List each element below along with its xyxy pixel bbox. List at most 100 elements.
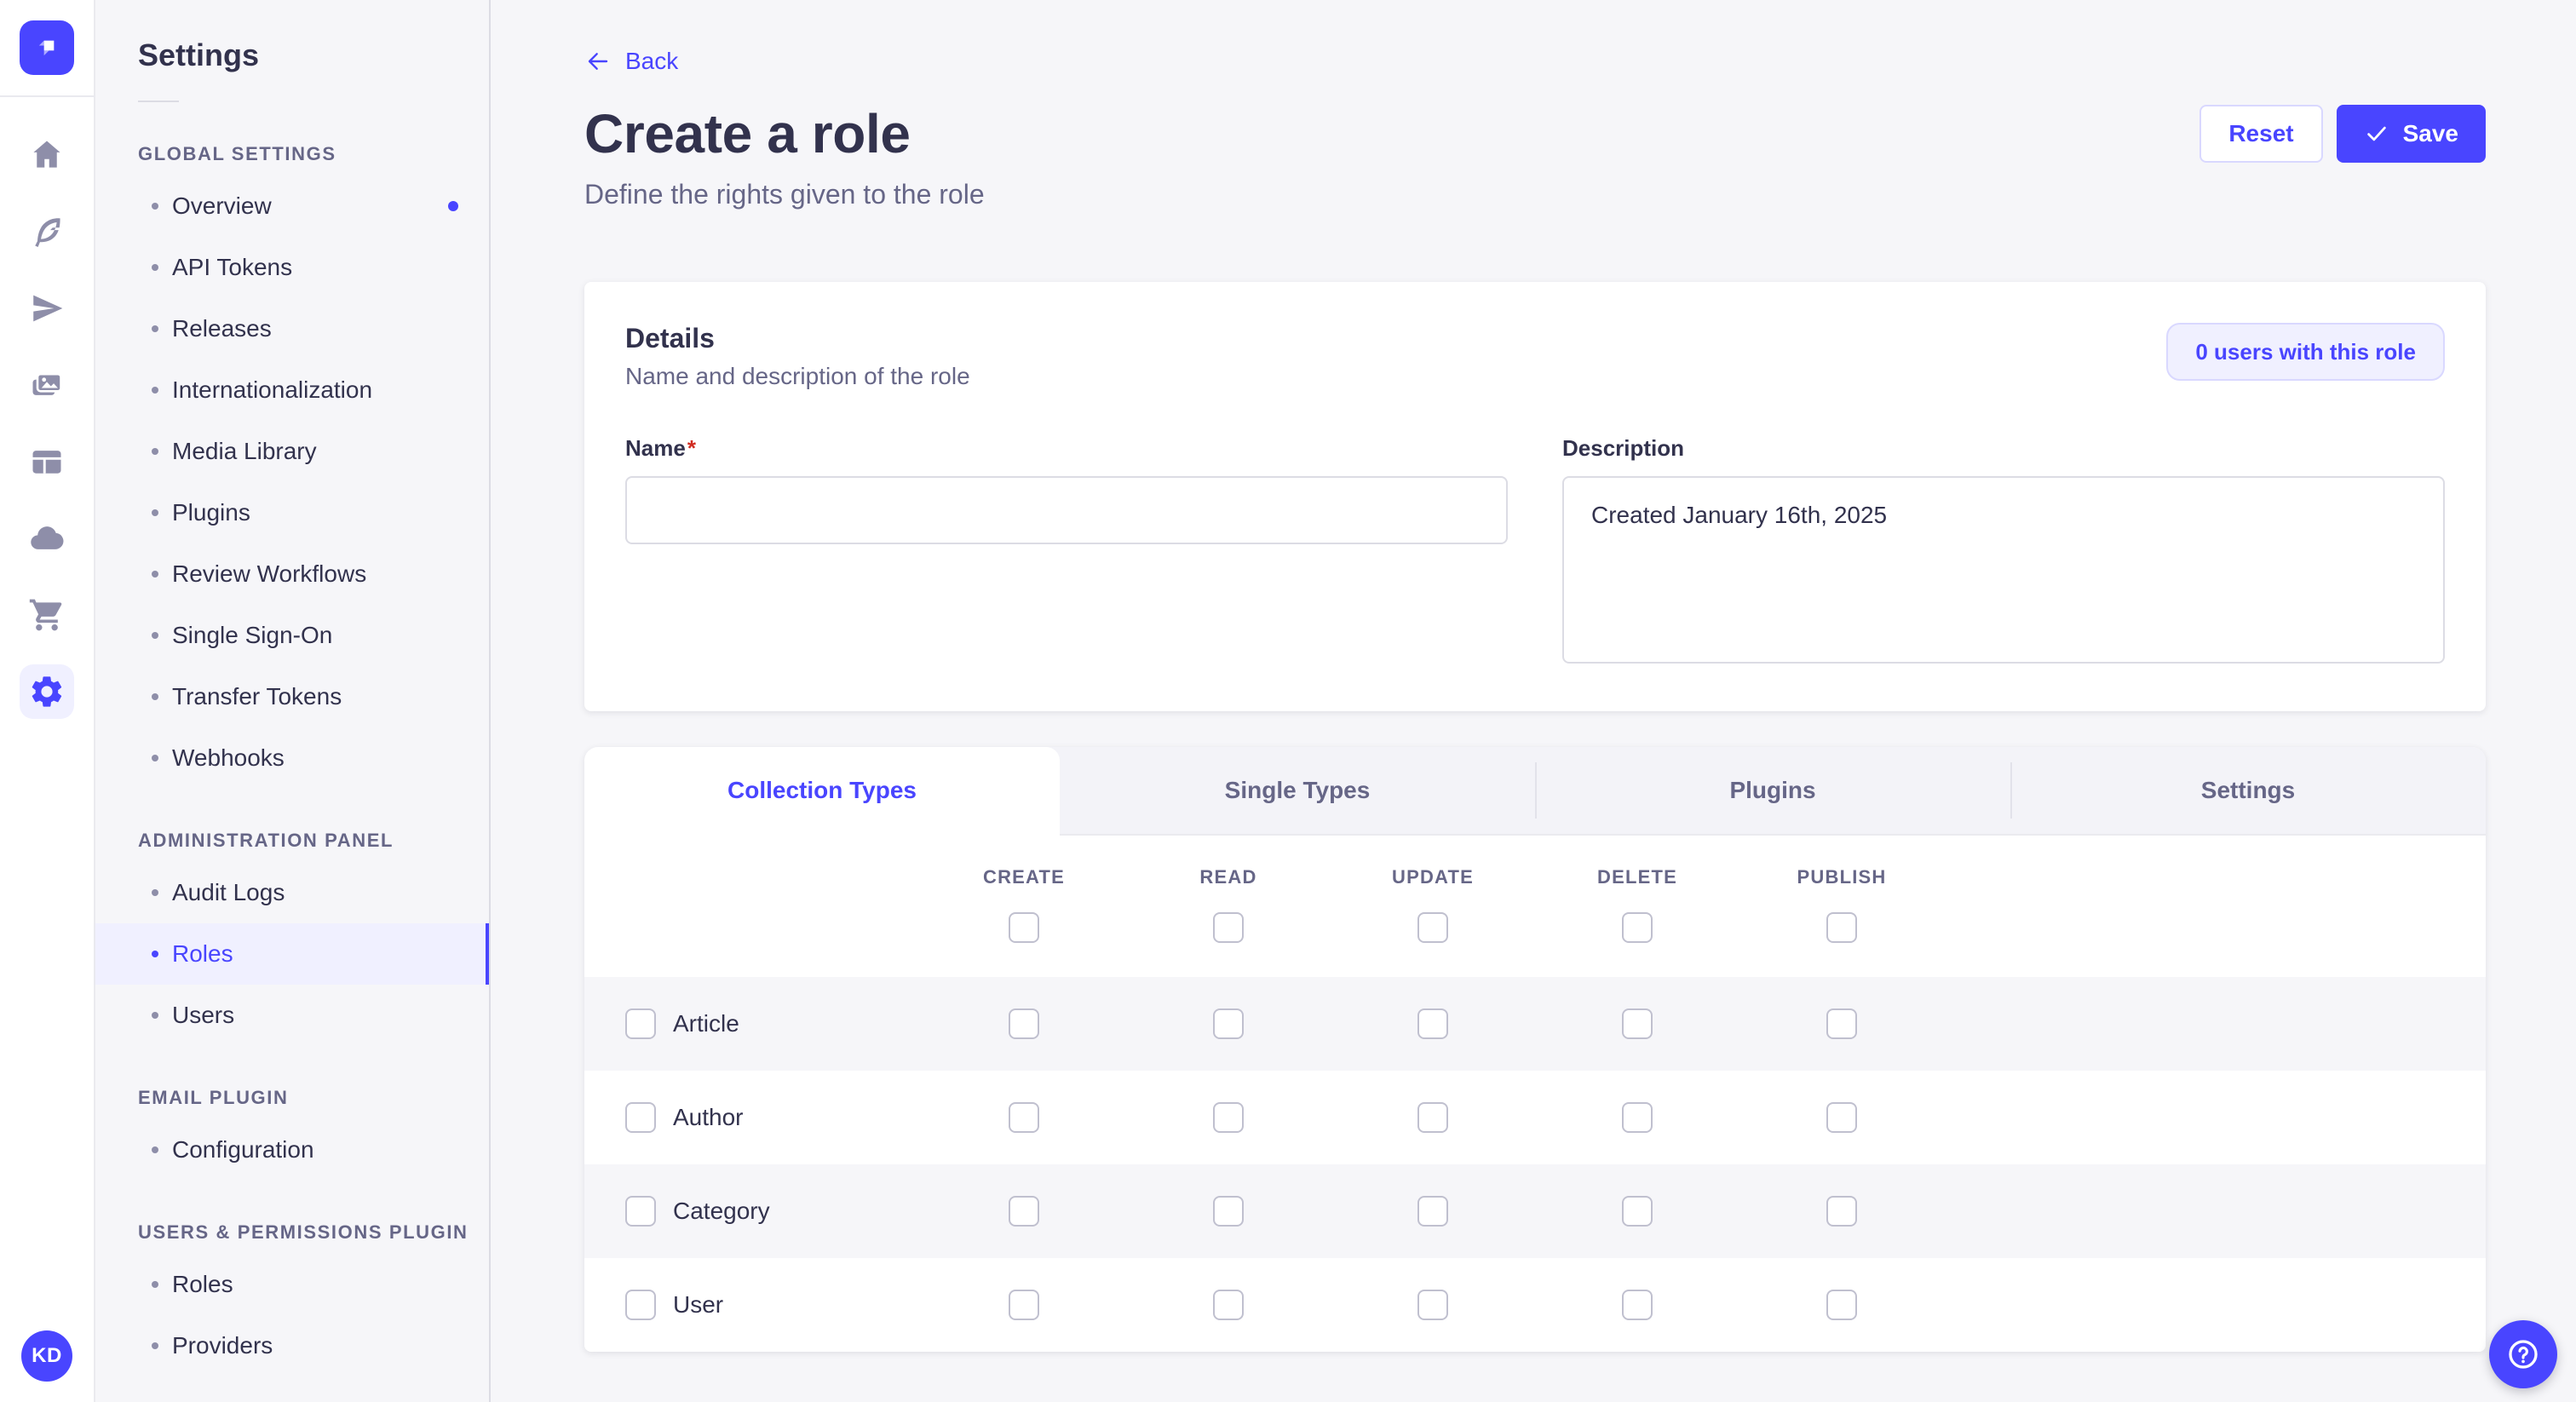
sidebar-item-users[interactable]: Users [95,985,489,1046]
tab-single-types[interactable]: Single Types [1060,747,1535,834]
back-link[interactable]: Back [584,48,678,75]
description-label: Description [1562,435,1684,461]
row-select-checkbox[interactable] [625,1196,656,1227]
sidebar-item-webhooks[interactable]: Webhooks [95,727,489,789]
article-create-checkbox[interactable] [1009,1008,1039,1039]
section-label: EMAIL PLUGIN [95,1087,489,1109]
sidebar-item-audit-logs[interactable]: Audit Logs [95,862,489,923]
sidebar-item-roles-admin[interactable]: Roles [95,923,489,985]
bullet-icon [152,448,158,455]
sidebar-item-media-library[interactable]: Media Library [95,421,489,482]
sidebar-item-label: Webhooks [172,744,285,772]
feather-content-icon[interactable] [20,204,74,259]
home-icon[interactable] [20,128,74,182]
bullet-icon [152,387,158,394]
article-publish-checkbox[interactable] [1826,1008,1857,1039]
sidebar-item-releases[interactable]: Releases [95,298,489,359]
sidebar-item-api-tokens[interactable]: API Tokens [95,237,489,298]
help-button[interactable] [2489,1320,2557,1388]
sidebar-item-label: Users [172,1002,234,1029]
author-delete-checkbox[interactable] [1622,1102,1653,1133]
layout-content-manager-icon[interactable] [20,434,74,489]
users-with-role-badge[interactable]: 0 users with this role [2166,323,2445,381]
column-header-create: CREATE [922,866,1126,888]
sidebar-item-review-workflows[interactable]: Review Workflows [95,543,489,605]
user-read-checkbox[interactable] [1213,1290,1244,1320]
avatar[interactable]: KD [21,1330,72,1382]
sidebar-item-internationalization[interactable]: Internationalization [95,359,489,421]
description-textarea[interactable]: Created January 16th, 2025 [1562,476,2445,664]
tab-collection-types[interactable]: Collection Types [584,747,1060,834]
sidebar-item-label: Providers [172,1332,273,1359]
save-button[interactable]: Save [2337,105,2486,163]
sidebar-item-configuration[interactable]: Configuration [95,1119,489,1181]
select-all-update-checkbox[interactable] [1417,912,1448,943]
select-all-read-checkbox[interactable] [1213,912,1244,943]
category-publish-checkbox[interactable] [1826,1196,1857,1227]
permissions-card: Collection Types Single Types Plugins Se… [584,747,2486,1352]
sidebar-item-label: Media Library [172,438,317,465]
category-read-checkbox[interactable] [1213,1196,1244,1227]
send-release-icon[interactable] [20,281,74,336]
sidebar-divider [138,101,179,102]
sidebar-item-label: Roles [172,1271,233,1298]
details-subheading: Name and description of the role [625,363,970,390]
select-all-delete-checkbox[interactable] [1622,912,1653,943]
sidebar-item-single-sign-on[interactable]: Single Sign-On [95,605,489,666]
table-row-category: Category [584,1164,2486,1258]
author-publish-checkbox[interactable] [1826,1102,1857,1133]
check-icon [2364,121,2389,147]
sidebar-section-global-settings: GLOBAL SETTINGS Overview API Tokens Rele… [95,143,489,789]
name-input[interactable] [625,476,1508,544]
sidebar-item-label: Roles [172,940,233,968]
tab-plugins[interactable]: Plugins [1535,747,2010,834]
name-field-group: Name* [625,431,1508,670]
sidebar-item-label: Plugins [172,499,250,526]
tab-settings[interactable]: Settings [2010,747,2486,834]
user-publish-checkbox[interactable] [1826,1290,1857,1320]
article-delete-checkbox[interactable] [1622,1008,1653,1039]
row-select-checkbox[interactable] [625,1290,656,1320]
author-update-checkbox[interactable] [1417,1102,1448,1133]
row-select-checkbox[interactable] [625,1008,656,1039]
user-delete-checkbox[interactable] [1622,1290,1653,1320]
cloud-deploy-icon[interactable] [20,511,74,566]
author-read-checkbox[interactable] [1213,1102,1244,1133]
author-create-checkbox[interactable] [1009,1102,1039,1133]
bullet-icon [152,203,158,210]
cart-marketplace-icon[interactable] [20,588,74,642]
sidebar-title: Settings [95,37,489,73]
user-create-checkbox[interactable] [1009,1290,1039,1320]
reset-button[interactable]: Reset [2199,105,2322,163]
name-label: Name* [625,435,696,461]
strapi-logo[interactable] [20,20,74,75]
details-card: Details Name and description of the role… [584,282,2486,711]
strapi-logo-icon [30,31,64,65]
sidebar-item-plugins[interactable]: Plugins [95,482,489,543]
bullet-icon [152,509,158,516]
sidebar-item-overview[interactable]: Overview [95,175,489,237]
sidebar-item-label: Internationalization [172,376,372,404]
sidebar-item-label: Transfer Tokens [172,683,342,710]
article-read-checkbox[interactable] [1213,1008,1244,1039]
category-delete-checkbox[interactable] [1622,1196,1653,1227]
settings-gear-icon[interactable] [20,664,74,719]
bullet-icon [152,693,158,700]
bullet-icon [152,571,158,577]
category-update-checkbox[interactable] [1417,1196,1448,1227]
category-create-checkbox[interactable] [1009,1196,1039,1227]
user-update-checkbox[interactable] [1417,1290,1448,1320]
sidebar-item-roles-up[interactable]: Roles [95,1254,489,1315]
select-all-publish-checkbox[interactable] [1826,912,1857,943]
column-header-publish: PUBLISH [1739,866,1944,888]
sidebar-item-transfer-tokens[interactable]: Transfer Tokens [95,666,489,727]
media-library-icon[interactable] [20,358,74,412]
permissions-tabs: Collection Types Single Types Plugins Se… [584,747,2486,836]
row-select-checkbox[interactable] [625,1102,656,1133]
article-update-checkbox[interactable] [1417,1008,1448,1039]
table-row-author: Author [584,1071,2486,1164]
save-label: Save [2403,120,2458,147]
permissions-panel: CREATE READ UPDATE DELETE PUBLISH [584,836,2486,1352]
sidebar-item-providers[interactable]: Providers [95,1315,489,1376]
select-all-create-checkbox[interactable] [1009,912,1039,943]
